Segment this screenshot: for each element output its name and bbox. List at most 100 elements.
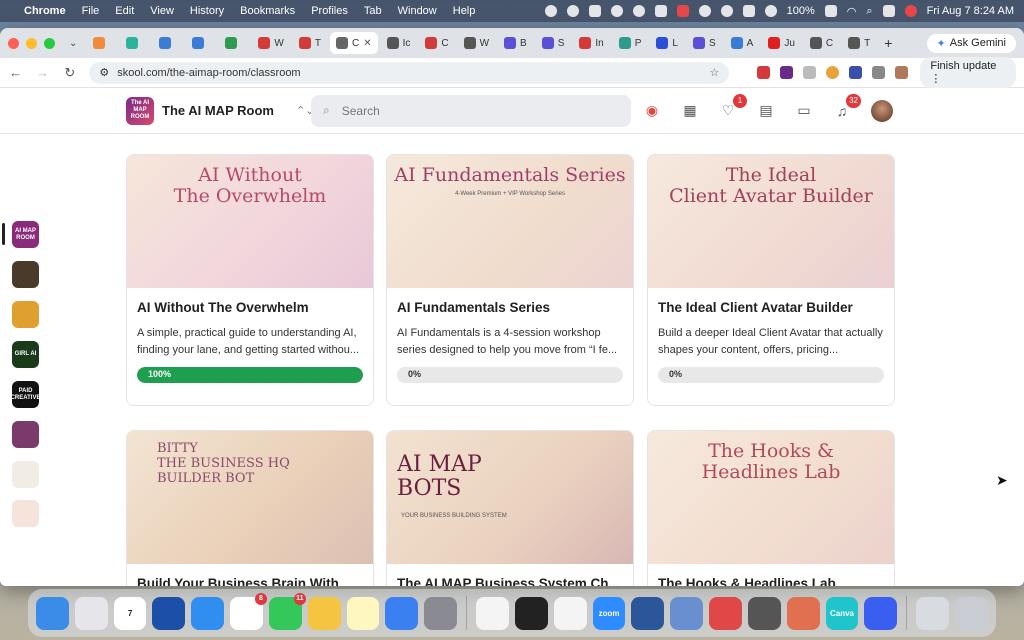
user-avatar[interactable] [871,99,893,122]
browser-tab[interactable] [87,32,117,54]
extension-grey-icon[interactable] [803,66,817,79]
search-bar[interactable]: ⌕ [311,94,631,127]
close-tab-icon[interactable]: ✕ [363,38,371,49]
menu-bookmarks[interactable]: Bookmarks [240,5,295,17]
dock-chrome-icon[interactable] [553,596,587,630]
browser-tab[interactable]: C [804,32,839,54]
dock-photos-icon[interactable] [307,596,341,630]
community-name[interactable]: The AI MAP Room [162,103,274,118]
browser-tab[interactable]: B [498,32,533,54]
rail-community-2[interactable] [12,261,39,288]
finish-update-button[interactable]: Finish update ⋮ [920,57,1016,88]
bookmark-star-icon[interactable]: ☆ [709,66,719,79]
menu-help[interactable]: Help [453,5,476,17]
chatgpt-tray-icon[interactable] [566,5,579,17]
dock-safari-icon[interactable] [191,596,225,630]
browser-tab[interactable] [186,32,216,54]
rail-aimap-room[interactable]: AI MAP ROOM [12,221,39,248]
browser-tab[interactable] [120,32,150,54]
minimize-window-button[interactable] [26,37,37,49]
course-title[interactable]: The AI MAP Business System Ch... [397,576,623,586]
calendar-icon[interactable]: ▦ [681,102,699,120]
tray-window-icon[interactable] [742,5,755,17]
menu-window[interactable]: Window [398,5,437,17]
course-title[interactable]: AI Fundamentals Series [397,300,623,315]
tab-search-chevron-icon[interactable]: ⌄ [69,38,77,49]
browser-tab[interactable]: L [650,32,684,54]
zoom-window-button[interactable] [44,37,55,49]
browser-tab[interactable]: S [536,32,571,54]
dock-reminders-icon[interactable]: 8 [230,592,267,630]
course-card[interactable]: BITTY THE BUSINESS HQ BUILDER BOT Build Y… [126,430,374,586]
course-card[interactable]: The Hooks & Headlines Lab The Hooks & Hea… [647,430,895,586]
reload-icon[interactable]: ↻ [62,65,77,81]
dock-notes-icon[interactable] [346,596,380,630]
browser-tab[interactable]: S [687,32,722,54]
skool-colorful-icon[interactable]: ◉ [643,102,661,120]
browser-tab[interactable]: P [613,32,648,54]
rail-community-7[interactable] [12,461,39,488]
heart-icon[interactable]: ♡ 1 [719,93,747,120]
spotlight-icon[interactable]: ⌕ [866,5,872,18]
tray-asterisk-icon[interactable] [632,5,645,17]
browser-tab[interactable]: C [419,32,454,54]
browser-tab[interactable] [219,32,249,54]
dock-calculator-icon[interactable] [747,596,781,630]
menu-history[interactable]: History [190,5,224,17]
dock-navigator-icon[interactable] [152,596,186,630]
course-card[interactable]: AI MAP BOTS YOUR BUSINESS BUILDING SYSTEM… [386,430,634,586]
dock-finder-icon[interactable] [36,596,69,630]
rail-paid-creative[interactable]: PAID CREATIVE [11,381,40,408]
dock-downloads-stack-icon[interactable] [916,596,950,630]
course-title[interactable]: Build Your Business Brain With Bit... [137,576,363,586]
address-bar[interactable]: ⚙ skool.com/the-aimap-room/classroom ☆ [89,61,730,84]
extension-cap-icon[interactable] [849,66,863,79]
extension-tp-icon[interactable] [757,66,771,79]
course-cover-image[interactable]: AI Fundamentals Series 4-Week Premium + V… [387,155,633,288]
menubar-clock[interactable]: Fri Aug 7 8:24 AM [927,5,1014,17]
course-card[interactable]: The Ideal Client Avatar Builder The Ideal… [647,154,895,406]
menu-file[interactable]: File [82,5,100,17]
extension-color-icon[interactable] [826,66,840,79]
course-title[interactable]: The Ideal Client Avatar Builder [658,300,884,315]
dock-app-loom-icon[interactable] [864,596,898,630]
tray-recording-icon[interactable] [676,5,689,17]
url-text[interactable]: skool.com/the-aimap-room/classroom [117,67,300,79]
course-cover-image[interactable]: BITTY THE BUSINESS HQ BUILDER BOT [127,431,373,564]
browser-tab[interactable]: W [458,32,495,54]
dock-app-blue-icon[interactable] [670,596,704,630]
browser-tab[interactable] [153,32,183,54]
community-brand[interactable]: The AI MAP ROOM The AI MAP Room ⌃⌄ [126,96,314,125]
rail-community-3[interactable] [12,301,39,328]
browser-tab[interactable]: Ic [381,32,417,54]
record-icon[interactable] [544,5,557,17]
course-card[interactable]: AI Fundamentals Series 4-Week Premium + V… [386,154,634,406]
browser-tab[interactable]: A [725,32,760,54]
course-card[interactable]: AI Without The Overwhelm AI Without The O… [126,154,374,406]
rail-girl-ai[interactable]: GIRL AI [12,341,39,368]
rail-community-8[interactable] [12,500,39,527]
forward-arrow-icon[interactable]: → [35,65,50,80]
browser-tab[interactable]: T [293,32,327,54]
course-cover-image[interactable]: AI Without The Overwhelm [127,155,373,288]
wifi-icon[interactable]: ◠ [847,5,857,18]
posts-icon[interactable]: ▤ [757,102,775,120]
chat-icon[interactable]: ▭ [795,102,813,120]
course-cover-image[interactable]: AI MAP BOTS YOUR BUSINESS BUILDING SYSTEM [387,431,633,564]
dock-launchpad-icon[interactable] [74,596,108,630]
battery-icon[interactable] [824,5,837,17]
browser-tab[interactable]: W [252,32,289,54]
dock-zoom-icon[interactable]: zoom [592,596,626,630]
ask-gemini-button[interactable]: ✦ Ask Gemini [926,33,1016,53]
dock-calendar-icon[interactable]: 7 [113,596,147,630]
menu-view[interactable]: View [150,5,174,17]
browser-tab[interactable]: C ✕ [329,32,378,54]
tray-app-icon[interactable] [588,5,601,17]
dock-freeform-icon[interactable] [476,596,509,630]
new-tab-button[interactable]: + [884,35,892,51]
extension-purple-icon[interactable] [780,66,794,79]
browser-tab[interactable]: In [573,32,609,54]
community-logo[interactable]: The AI MAP ROOM [126,96,154,125]
rail-community-6[interactable] [12,421,39,448]
tray-grammarly-icon[interactable] [654,5,667,17]
